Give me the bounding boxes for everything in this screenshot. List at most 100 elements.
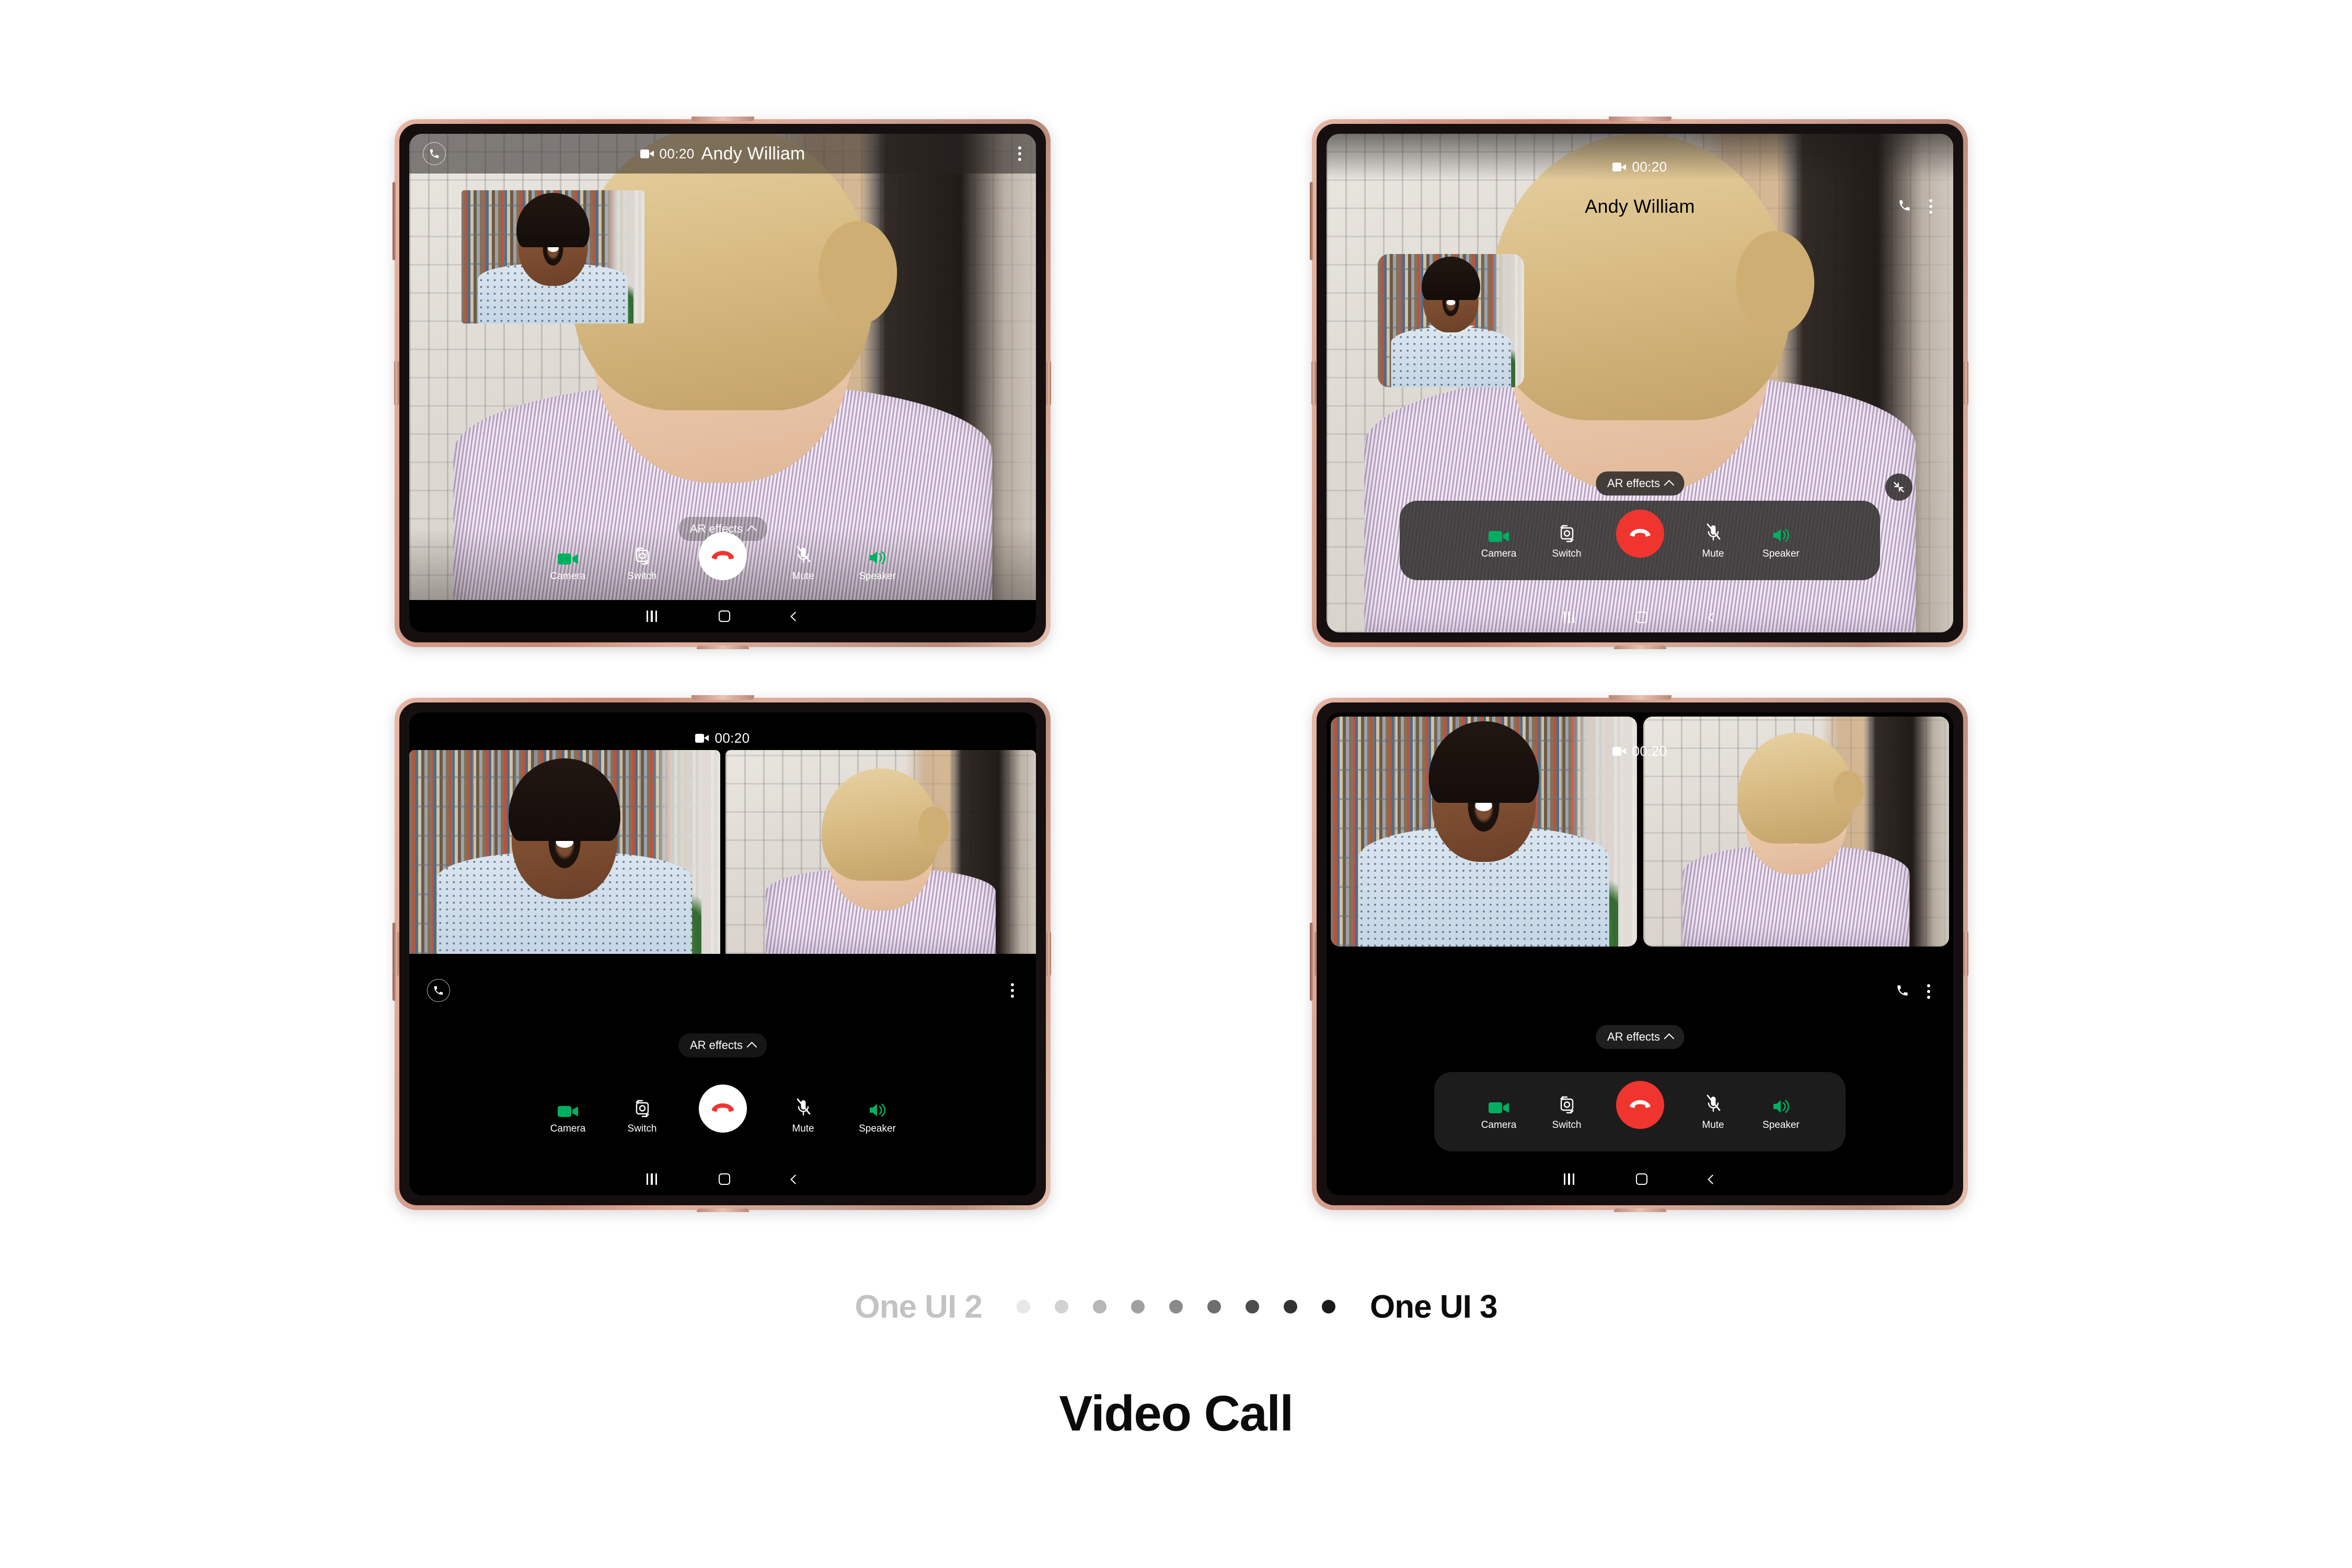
- video-camera-icon: [640, 149, 654, 158]
- progression-dot: [1169, 1300, 1183, 1313]
- home-button[interactable]: [1635, 1173, 1647, 1185]
- self-view-pip[interactable]: [462, 190, 644, 324]
- self-view-pip[interactable]: [1378, 254, 1524, 387]
- progression-dot: [1131, 1300, 1145, 1313]
- more-options-icon[interactable]: [1011, 983, 1014, 998]
- switch-camera-button[interactable]: Switch: [1539, 522, 1595, 560]
- camera-button[interactable]: Camera: [1471, 522, 1527, 560]
- mute-button[interactable]: Mute: [775, 544, 832, 582]
- speaker-button[interactable]: Speaker: [1753, 522, 1809, 560]
- one-ui-3-label: One UI 3: [1370, 1288, 1498, 1325]
- microphone-muted-icon: [1704, 1093, 1722, 1115]
- mute-button[interactable]: Mute: [775, 1097, 832, 1135]
- recents-button[interactable]: [647, 610, 657, 622]
- mute-label: Mute: [792, 1123, 814, 1134]
- back-button[interactable]: [790, 1174, 800, 1184]
- recents-button[interactable]: [1564, 612, 1574, 623]
- more-options-icon[interactable]: [1018, 146, 1021, 161]
- speaker-label: Speaker: [1762, 548, 1800, 559]
- camera-button[interactable]: Camera: [1471, 1093, 1527, 1131]
- microphone-muted-icon: [794, 544, 812, 566]
- progression-dot: [1246, 1300, 1259, 1313]
- speaker-label: Speaker: [859, 1123, 896, 1134]
- progression-dot: [1017, 1300, 1030, 1313]
- voice-call-icon[interactable]: [427, 979, 450, 1002]
- split-video-grid: [409, 750, 1036, 954]
- contact-name: Andy William: [701, 143, 805, 164]
- home-button[interactable]: [1635, 612, 1647, 623]
- back-button[interactable]: [790, 611, 800, 621]
- speaker-button[interactable]: Speaker: [849, 544, 906, 582]
- progression-dot: [1322, 1300, 1335, 1313]
- device-side-button[interactable]: [1310, 923, 1313, 1001]
- ar-effects-button[interactable]: AR effects: [1595, 1025, 1685, 1049]
- speaker-label: Speaker: [859, 570, 896, 582]
- device-top-notch: [1608, 117, 1671, 121]
- device-bezel: 00:20 Andy William AR effects Camera Swi…: [1317, 702, 1963, 1205]
- version-comparison-legend: One UI 2 One UI 3: [0, 1275, 2352, 1338]
- device-frame: 00:20 Andy William AR effects Camera Swi…: [393, 695, 1051, 1212]
- call-control-panel: Andy William AR effects Camera Switch Mu…: [1327, 951, 1953, 1195]
- switch-label: Switch: [1552, 548, 1582, 559]
- screenshot-canvas: 00:20 Andy William AR effects Camera Swi…: [0, 0, 2352, 1568]
- speaker-icon: [1771, 1093, 1791, 1115]
- ar-effects-button[interactable]: AR effects: [678, 1033, 767, 1057]
- panel-header: Andy William: [1327, 976, 1953, 1007]
- end-call-button[interactable]: [1616, 1081, 1664, 1129]
- mute-button[interactable]: Mute: [1685, 1093, 1742, 1131]
- device-bottom-right: 00:20 Andy William AR effects Camera Swi…: [1310, 695, 1968, 1212]
- video-camera-icon: [1612, 746, 1627, 756]
- back-button[interactable]: [1708, 612, 1717, 622]
- more-options-icon[interactable]: [1929, 199, 1932, 214]
- mute-label: Mute: [792, 570, 814, 582]
- device-bottom-left: 00:20 Andy William AR effects Camera Swi…: [393, 695, 1051, 1212]
- camera-label: Camera: [1481, 548, 1517, 559]
- recents-button[interactable]: [1564, 1173, 1574, 1185]
- switch-camera-button[interactable]: Switch: [614, 544, 671, 582]
- device-side-button[interactable]: [393, 182, 396, 260]
- system-navigation-bar: [409, 600, 1036, 632]
- end-call-button[interactable]: [698, 1085, 747, 1133]
- home-button[interactable]: [718, 610, 730, 622]
- contact-name: Andy William: [1585, 981, 1695, 1002]
- voice-call-icon[interactable]: [1896, 984, 1909, 1000]
- device-frame: 00:20 Andy William AR effects Camera Swi…: [1310, 695, 1968, 1212]
- speaker-button[interactable]: Speaker: [1753, 1093, 1809, 1131]
- device-side-button[interactable]: [393, 923, 396, 1001]
- device-top-right: 00:20 Andy William AR effects Camera Swi…: [1310, 117, 1968, 649]
- camera-label: Camera: [1481, 1119, 1517, 1131]
- switch-camera-button[interactable]: Switch: [1539, 1093, 1595, 1131]
- camera-button[interactable]: Camera: [540, 1097, 596, 1135]
- recents-button[interactable]: [647, 1173, 657, 1185]
- device-bezel: 00:20 Andy William AR effects Camera Swi…: [1317, 124, 1963, 642]
- ar-effects-button[interactable]: AR effects: [1595, 471, 1685, 495]
- remote-video-man[interactable]: [409, 750, 720, 954]
- mute-button[interactable]: Mute: [1685, 522, 1742, 560]
- voice-call-icon[interactable]: [423, 142, 446, 165]
- switch-camera-button[interactable]: Switch: [614, 1097, 671, 1135]
- more-options-icon[interactable]: [1927, 984, 1930, 999]
- self-video-woman[interactable]: [725, 750, 1036, 954]
- call-duration-group: 00:20: [695, 730, 750, 746]
- video-camera-icon: [695, 733, 709, 743]
- device-side-button[interactable]: [1310, 182, 1313, 260]
- camera-label: Camera: [550, 1123, 586, 1134]
- call-status-top: 00:20: [1327, 741, 1953, 762]
- back-button[interactable]: [1708, 1174, 1717, 1184]
- microphone-muted-icon: [794, 1097, 812, 1119]
- speaker-button[interactable]: Speaker: [849, 1097, 906, 1135]
- switch-camera-icon: [633, 1097, 652, 1119]
- speaker-icon: [1771, 522, 1791, 544]
- system-navigation-bar: [1327, 1163, 1953, 1195]
- contact-name: Andy William: [667, 979, 778, 1001]
- panel-header: Andy William: [409, 975, 1036, 1006]
- video-camera-icon: [1612, 163, 1627, 171]
- home-button[interactable]: [718, 1173, 730, 1185]
- call-header-row: Andy William: [1327, 195, 1953, 217]
- end-call-button[interactable]: [698, 532, 747, 580]
- minimize-icon[interactable]: [1885, 474, 1912, 501]
- ar-effects-label: AR effects: [689, 1039, 743, 1052]
- camera-button[interactable]: Camera: [540, 544, 596, 582]
- end-call-button[interactable]: [1616, 510, 1664, 558]
- voice-call-icon[interactable]: [1898, 199, 1911, 215]
